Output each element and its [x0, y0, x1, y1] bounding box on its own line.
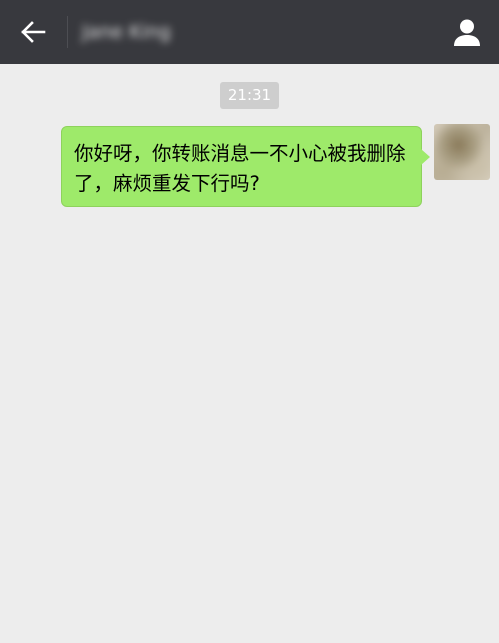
back-arrow-icon	[21, 21, 46, 43]
back-button[interactable]	[14, 14, 52, 50]
message-bubble[interactable]: 你好呀，你转账消息一不小心被我删除了，麻烦重发下行吗?	[61, 126, 430, 207]
timestamp: 21:31	[220, 82, 279, 109]
user-icon	[454, 19, 480, 46]
title-divider	[67, 16, 68, 48]
bubble-tail	[421, 149, 430, 165]
avatar-image	[434, 124, 490, 180]
contact-name[interactable]: Jane King	[82, 20, 171, 44]
avatar[interactable]	[434, 124, 490, 180]
title-bar: Jane King	[0, 0, 499, 64]
message-text: 你好呀，你转账消息一不小心被我删除了，麻烦重发下行吗?	[74, 142, 406, 195]
chat-area[interactable]: 21:31 你好呀，你转账消息一不小心被我删除了，麻烦重发下行吗?	[0, 64, 499, 643]
chat-info-button[interactable]	[449, 14, 485, 50]
